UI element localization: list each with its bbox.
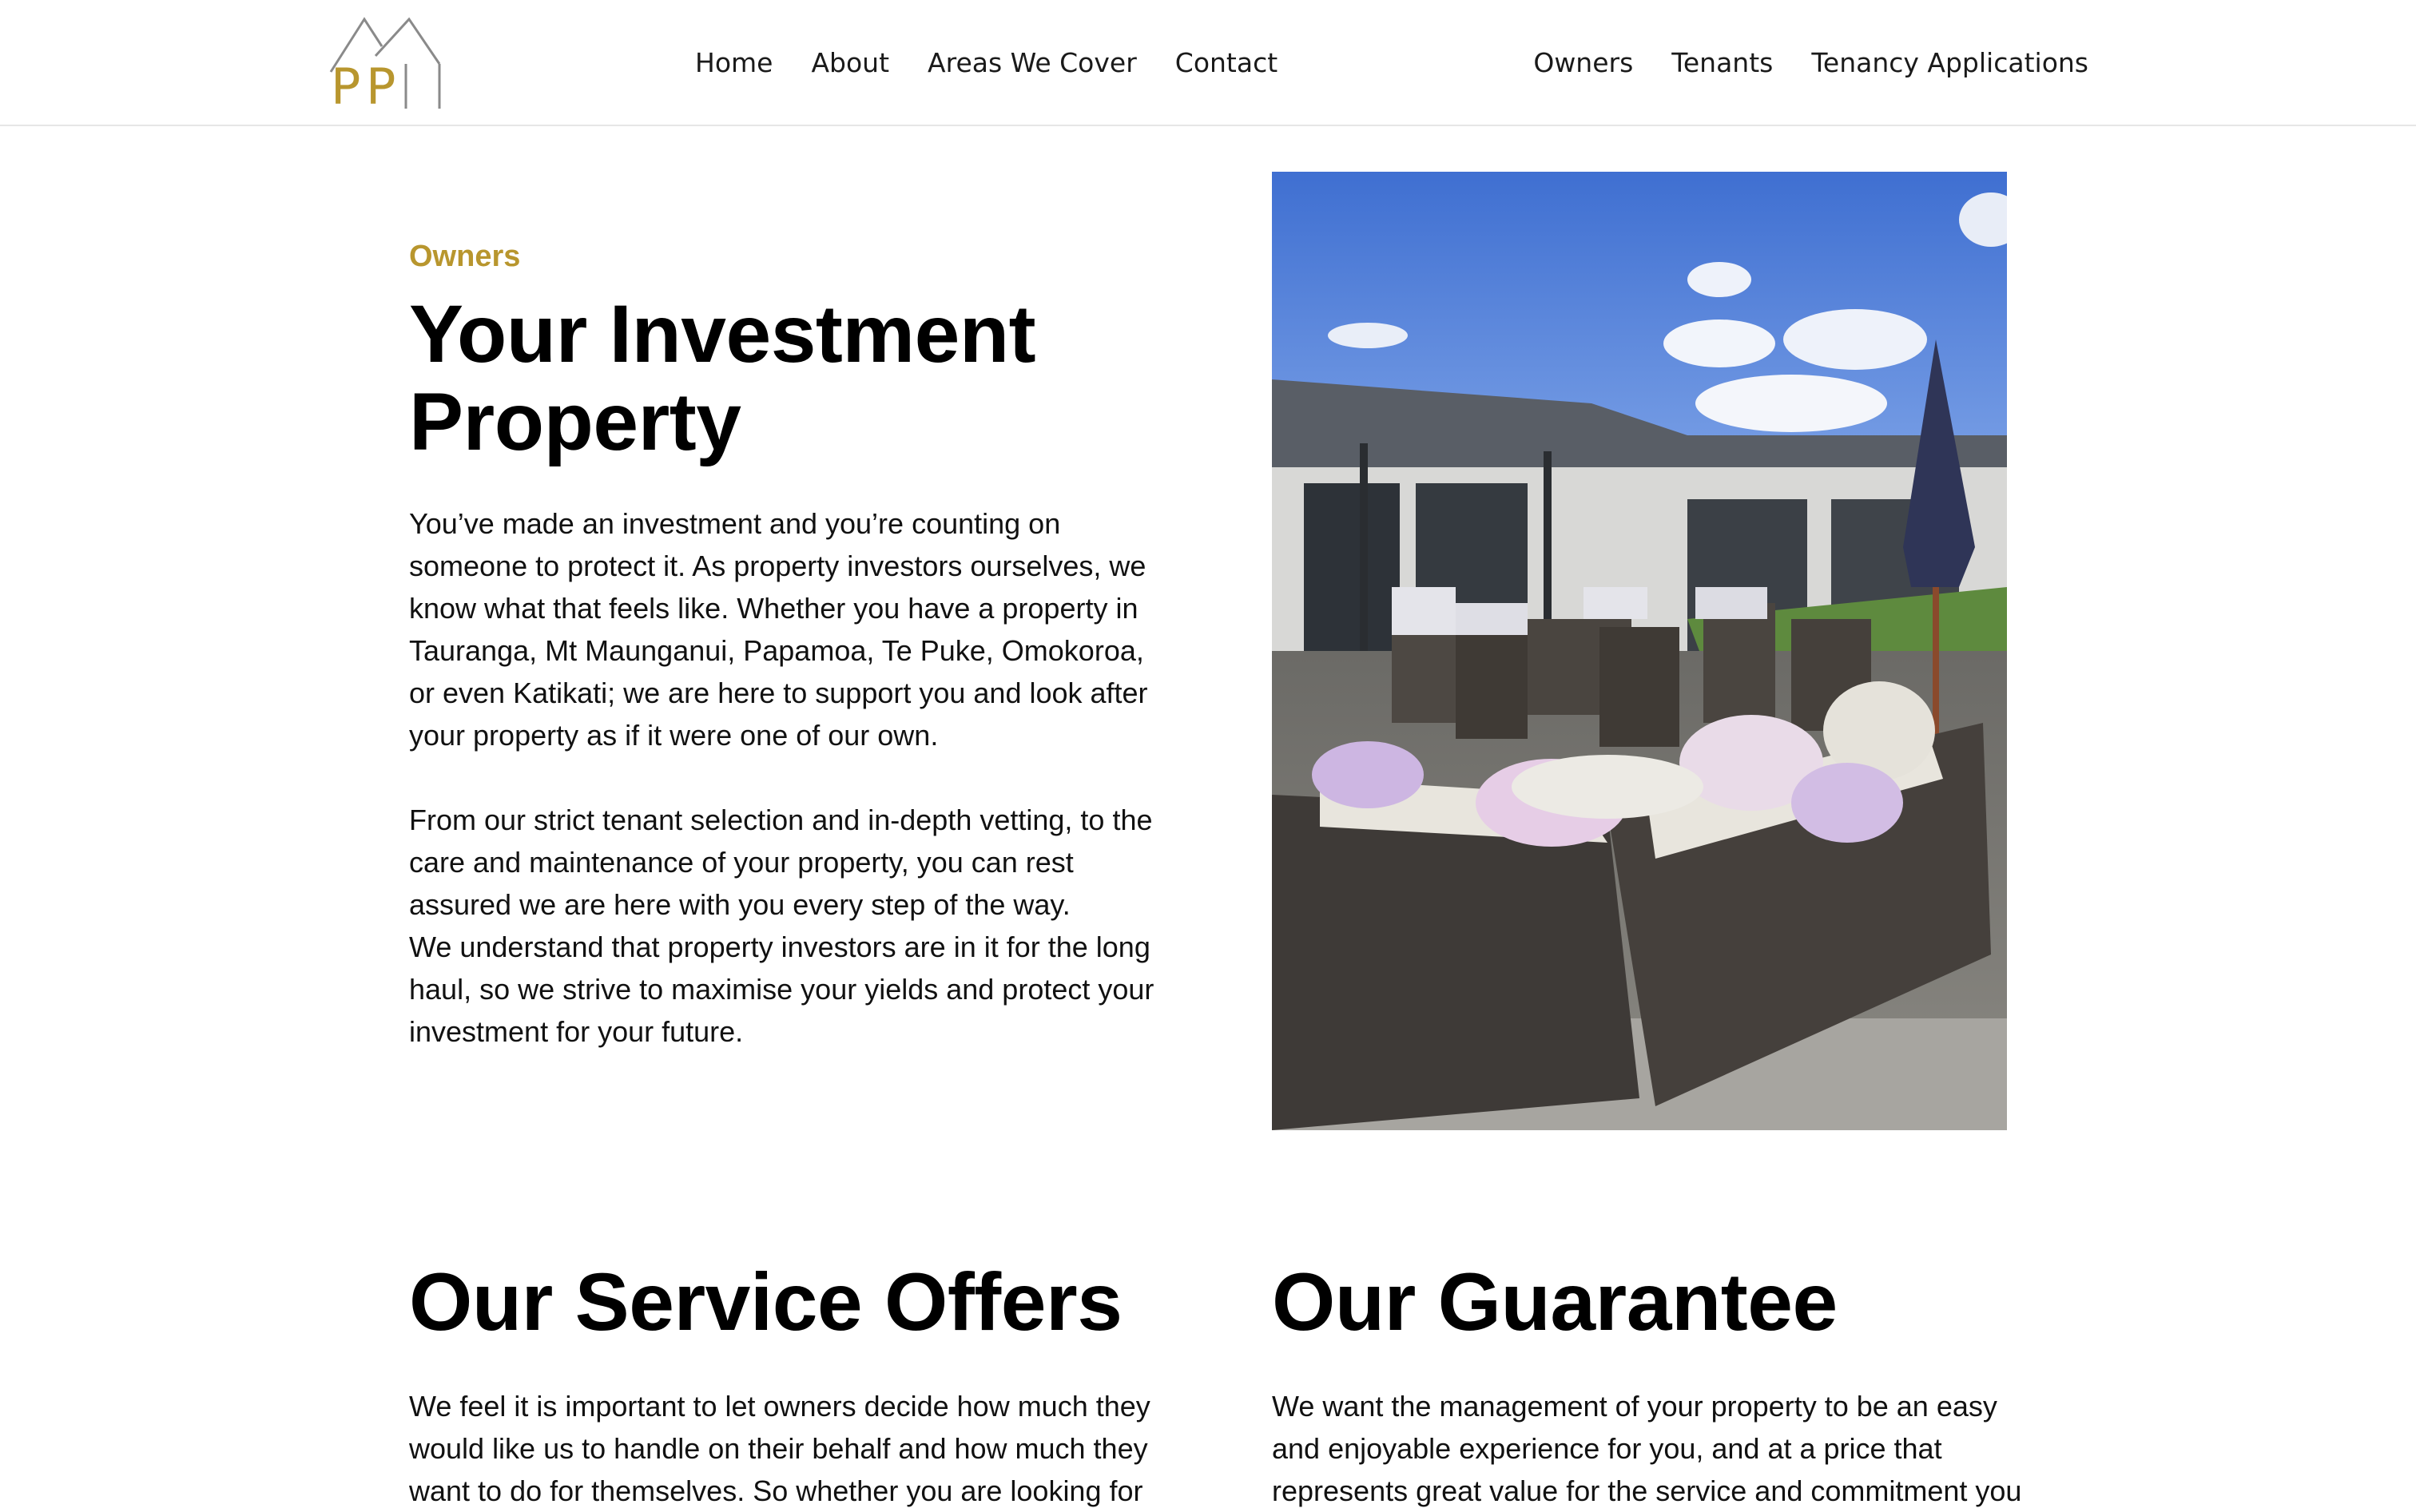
nav-owners[interactable]: Owners — [1533, 47, 1633, 78]
ppm-logo[interactable]: P P — [326, 16, 441, 116]
section-eyebrow: Owners — [409, 240, 521, 273]
nav-tenants[interactable]: Tenants — [1671, 47, 1773, 78]
nav-tenancy-applications[interactable]: Tenancy Applications — [1811, 47, 2088, 78]
service-offers-title: Our Service Offers — [409, 1256, 1123, 1347]
svg-text:P: P — [331, 58, 360, 110]
nav-areas-we-cover[interactable]: Areas We Cover — [928, 47, 1137, 78]
site-header: P P Home About Areas We Cover Contact Ow… — [0, 0, 2416, 126]
intro-paragraph: You’ve made an investment and you’re cou… — [409, 507, 1148, 752]
yields-paragraph: We understand that property investors ar… — [409, 931, 1154, 1048]
nav-contact[interactable]: Contact — [1175, 47, 1278, 78]
page-title-line-2: Property — [409, 376, 741, 467]
hero-text-block: Owners Your Investment Property You’ve m… — [409, 240, 1160, 1053]
vetting-paragraph: From our strict tenant selection and in-… — [409, 804, 1153, 921]
service-offers-text: We feel it is important to let owners de… — [409, 1390, 1150, 1507]
patio-photo — [1272, 172, 2007, 1130]
guarantee-section: Our Guarantee We want the management of … — [1272, 1254, 2023, 1512]
nav-about[interactable]: About — [811, 47, 889, 78]
guarantee-title: Our Guarantee — [1272, 1256, 1838, 1347]
page-title: Your Investment Property — [409, 290, 1160, 466]
page-title-line-1: Your Investment — [409, 288, 1036, 379]
guarantee-text: We want the management of your property … — [1272, 1390, 2022, 1507]
secondary-nav: Owners Tenants Tenancy Applications — [1533, 40, 2088, 85]
main-nav: Home About Areas We Cover Contact — [695, 40, 1278, 85]
nav-home[interactable]: Home — [695, 47, 773, 78]
service-offers-section: Our Service Offers We feel it is importa… — [409, 1254, 1160, 1512]
svg-text:P: P — [366, 58, 395, 110]
